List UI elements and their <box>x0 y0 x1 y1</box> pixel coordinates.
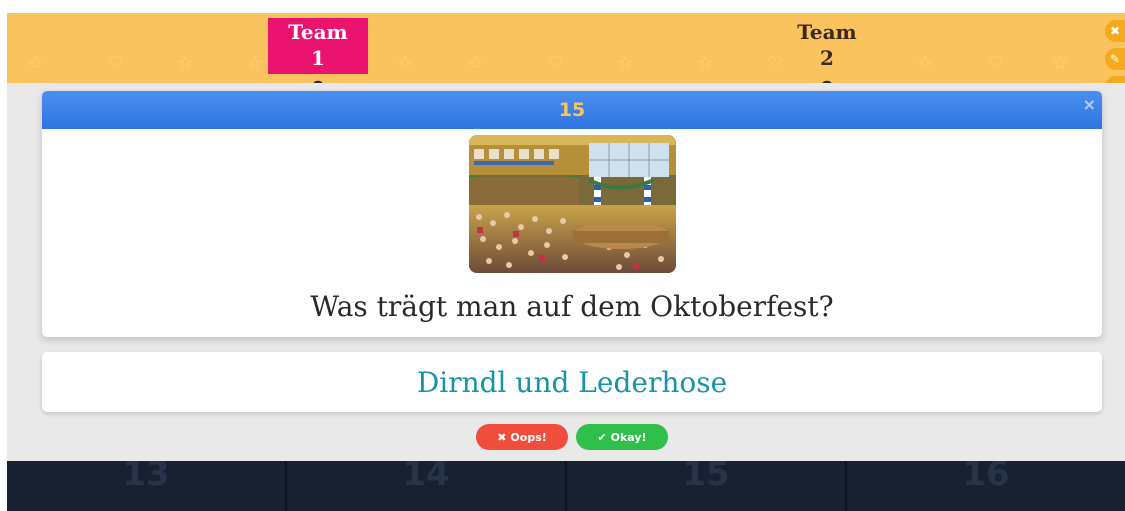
edit-button[interactable]: ✎ <box>1105 48 1125 70</box>
board-tile[interactable]: 16 <box>847 461 1125 511</box>
decorative-heart-icon: ♡ <box>107 53 124 74</box>
board-tile[interactable]: 13 <box>7 461 287 511</box>
team-1-name: Team 1 <box>268 18 368 74</box>
check-icon: ✔ <box>597 430 607 444</box>
question-text: Was trägt man auf dem Oktoberfest? <box>310 290 834 323</box>
question-modal: 15 × Was trägt man auf dem Oktoberfest? <box>42 91 1102 337</box>
board-tile[interactable]: 14 <box>287 461 567 511</box>
oops-button[interactable]: ✖ Oops! <box>476 424 568 450</box>
decorative-star-icon: ☆ <box>467 53 484 74</box>
modal-close-icon[interactable]: × <box>1083 95 1096 114</box>
close-game-button[interactable]: ✖ <box>1105 20 1125 42</box>
oops-label: Oops! <box>510 430 547 444</box>
board-tile[interactable]: 15 <box>567 461 847 511</box>
decorative-star-icon: ☆ <box>397 53 414 74</box>
decorative-star-icon: ☆ <box>697 53 714 74</box>
question-points: 15 <box>558 99 586 121</box>
okay-label: Okay! <box>610 430 647 444</box>
okay-button[interactable]: ✔ Okay! <box>576 424 668 450</box>
oktoberfest-photo <box>469 135 676 273</box>
modal-header: 15 × <box>42 91 1102 129</box>
decorative-star-icon: ☆ <box>617 53 634 74</box>
team-scorebar: ☆ ♡ ☆ ☆ ☆ ☆ ♡ ☆ ☆ ♡ ☆ ♡ ☆ Team 1 0 Team … <box>7 13 1125 83</box>
pencil-icon: ✎ <box>1109 52 1121 66</box>
question-board: 13 14 15 16 <box>7 461 1125 511</box>
team-2-name: Team 2 <box>797 20 857 70</box>
close-icon: ✖ <box>1109 24 1121 38</box>
decorative-star-icon: ☆ <box>247 53 264 74</box>
decorative-star-icon: ☆ <box>177 53 194 74</box>
decorative-star-icon: ☆ <box>917 53 934 74</box>
decorative-heart-icon: ♡ <box>987 53 1004 74</box>
answer-text: Dirndl und Lederhose <box>416 366 728 399</box>
answer-box: Dirndl und Lederhose <box>42 352 1102 412</box>
decorative-star-icon: ☆ <box>1052 53 1069 74</box>
x-icon: ✖ <box>497 430 507 444</box>
team-2[interactable]: Team 2 0 <box>777 18 877 83</box>
decorative-star-icon: ☆ <box>27 53 44 74</box>
decorative-heart-icon: ♡ <box>547 53 564 74</box>
team-1[interactable]: Team 1 0 <box>268 18 368 83</box>
